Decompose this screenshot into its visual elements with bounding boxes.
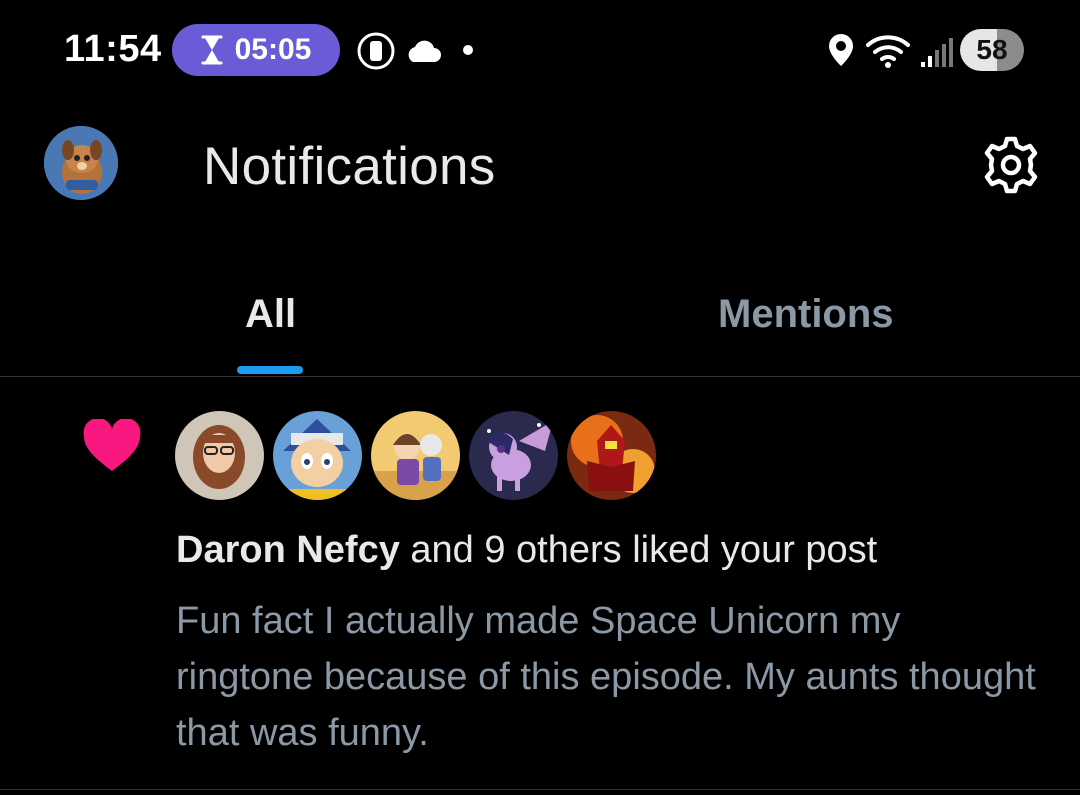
notification-headline: Daron Nefcy and 9 others liked your post	[176, 527, 877, 573]
tab-mentions-label: Mentions	[718, 292, 894, 336]
liker-avatar[interactable]	[371, 411, 460, 500]
notification-item[interactable]: Daron Nefcy and 9 others liked your post…	[0, 377, 1080, 790]
timer-pill[interactable]: 05:05	[172, 24, 340, 76]
notification-actor[interactable]: Daron Nefcy	[176, 529, 400, 571]
notification-tabs: All Mentions	[0, 262, 1080, 377]
active-tab-indicator	[237, 366, 303, 374]
signal-icon	[921, 38, 953, 67]
liker-avatar[interactable]	[175, 411, 264, 500]
settings-button[interactable]	[978, 132, 1044, 198]
tab-all[interactable]: All	[0, 262, 540, 376]
profile-avatar-image	[44, 126, 118, 200]
notification-action: and 9 others liked your post	[399, 529, 878, 571]
liker-avatar[interactable]	[273, 411, 362, 500]
liker-avatar[interactable]	[567, 411, 656, 500]
post-snippet: Fun fact I actually made Space Unicorn m…	[176, 600, 1036, 754]
cloud-icon	[408, 40, 441, 62]
page-title: Notifications	[203, 137, 496, 196]
tab-all-label: All	[245, 292, 297, 336]
timer-text: 05:05	[234, 33, 312, 66]
liker-avatars	[175, 411, 656, 500]
screen-record-icon	[357, 32, 395, 70]
tab-mentions[interactable]: Mentions	[540, 262, 1080, 376]
liker-avatar[interactable]	[469, 411, 558, 500]
location-icon	[829, 34, 853, 66]
battery-level: 58	[976, 34, 1008, 65]
battery-icon: 58	[960, 29, 1024, 71]
hourglass-icon	[201, 35, 223, 65]
profile-avatar[interactable]	[44, 126, 118, 200]
gear-icon	[984, 136, 1038, 194]
dot-icon	[463, 45, 473, 55]
status-time: 11:54	[64, 28, 162, 70]
status-bar: 11:54 05:05 58	[0, 0, 1080, 100]
wifi-icon	[866, 35, 910, 68]
heart-icon	[83, 419, 141, 471]
